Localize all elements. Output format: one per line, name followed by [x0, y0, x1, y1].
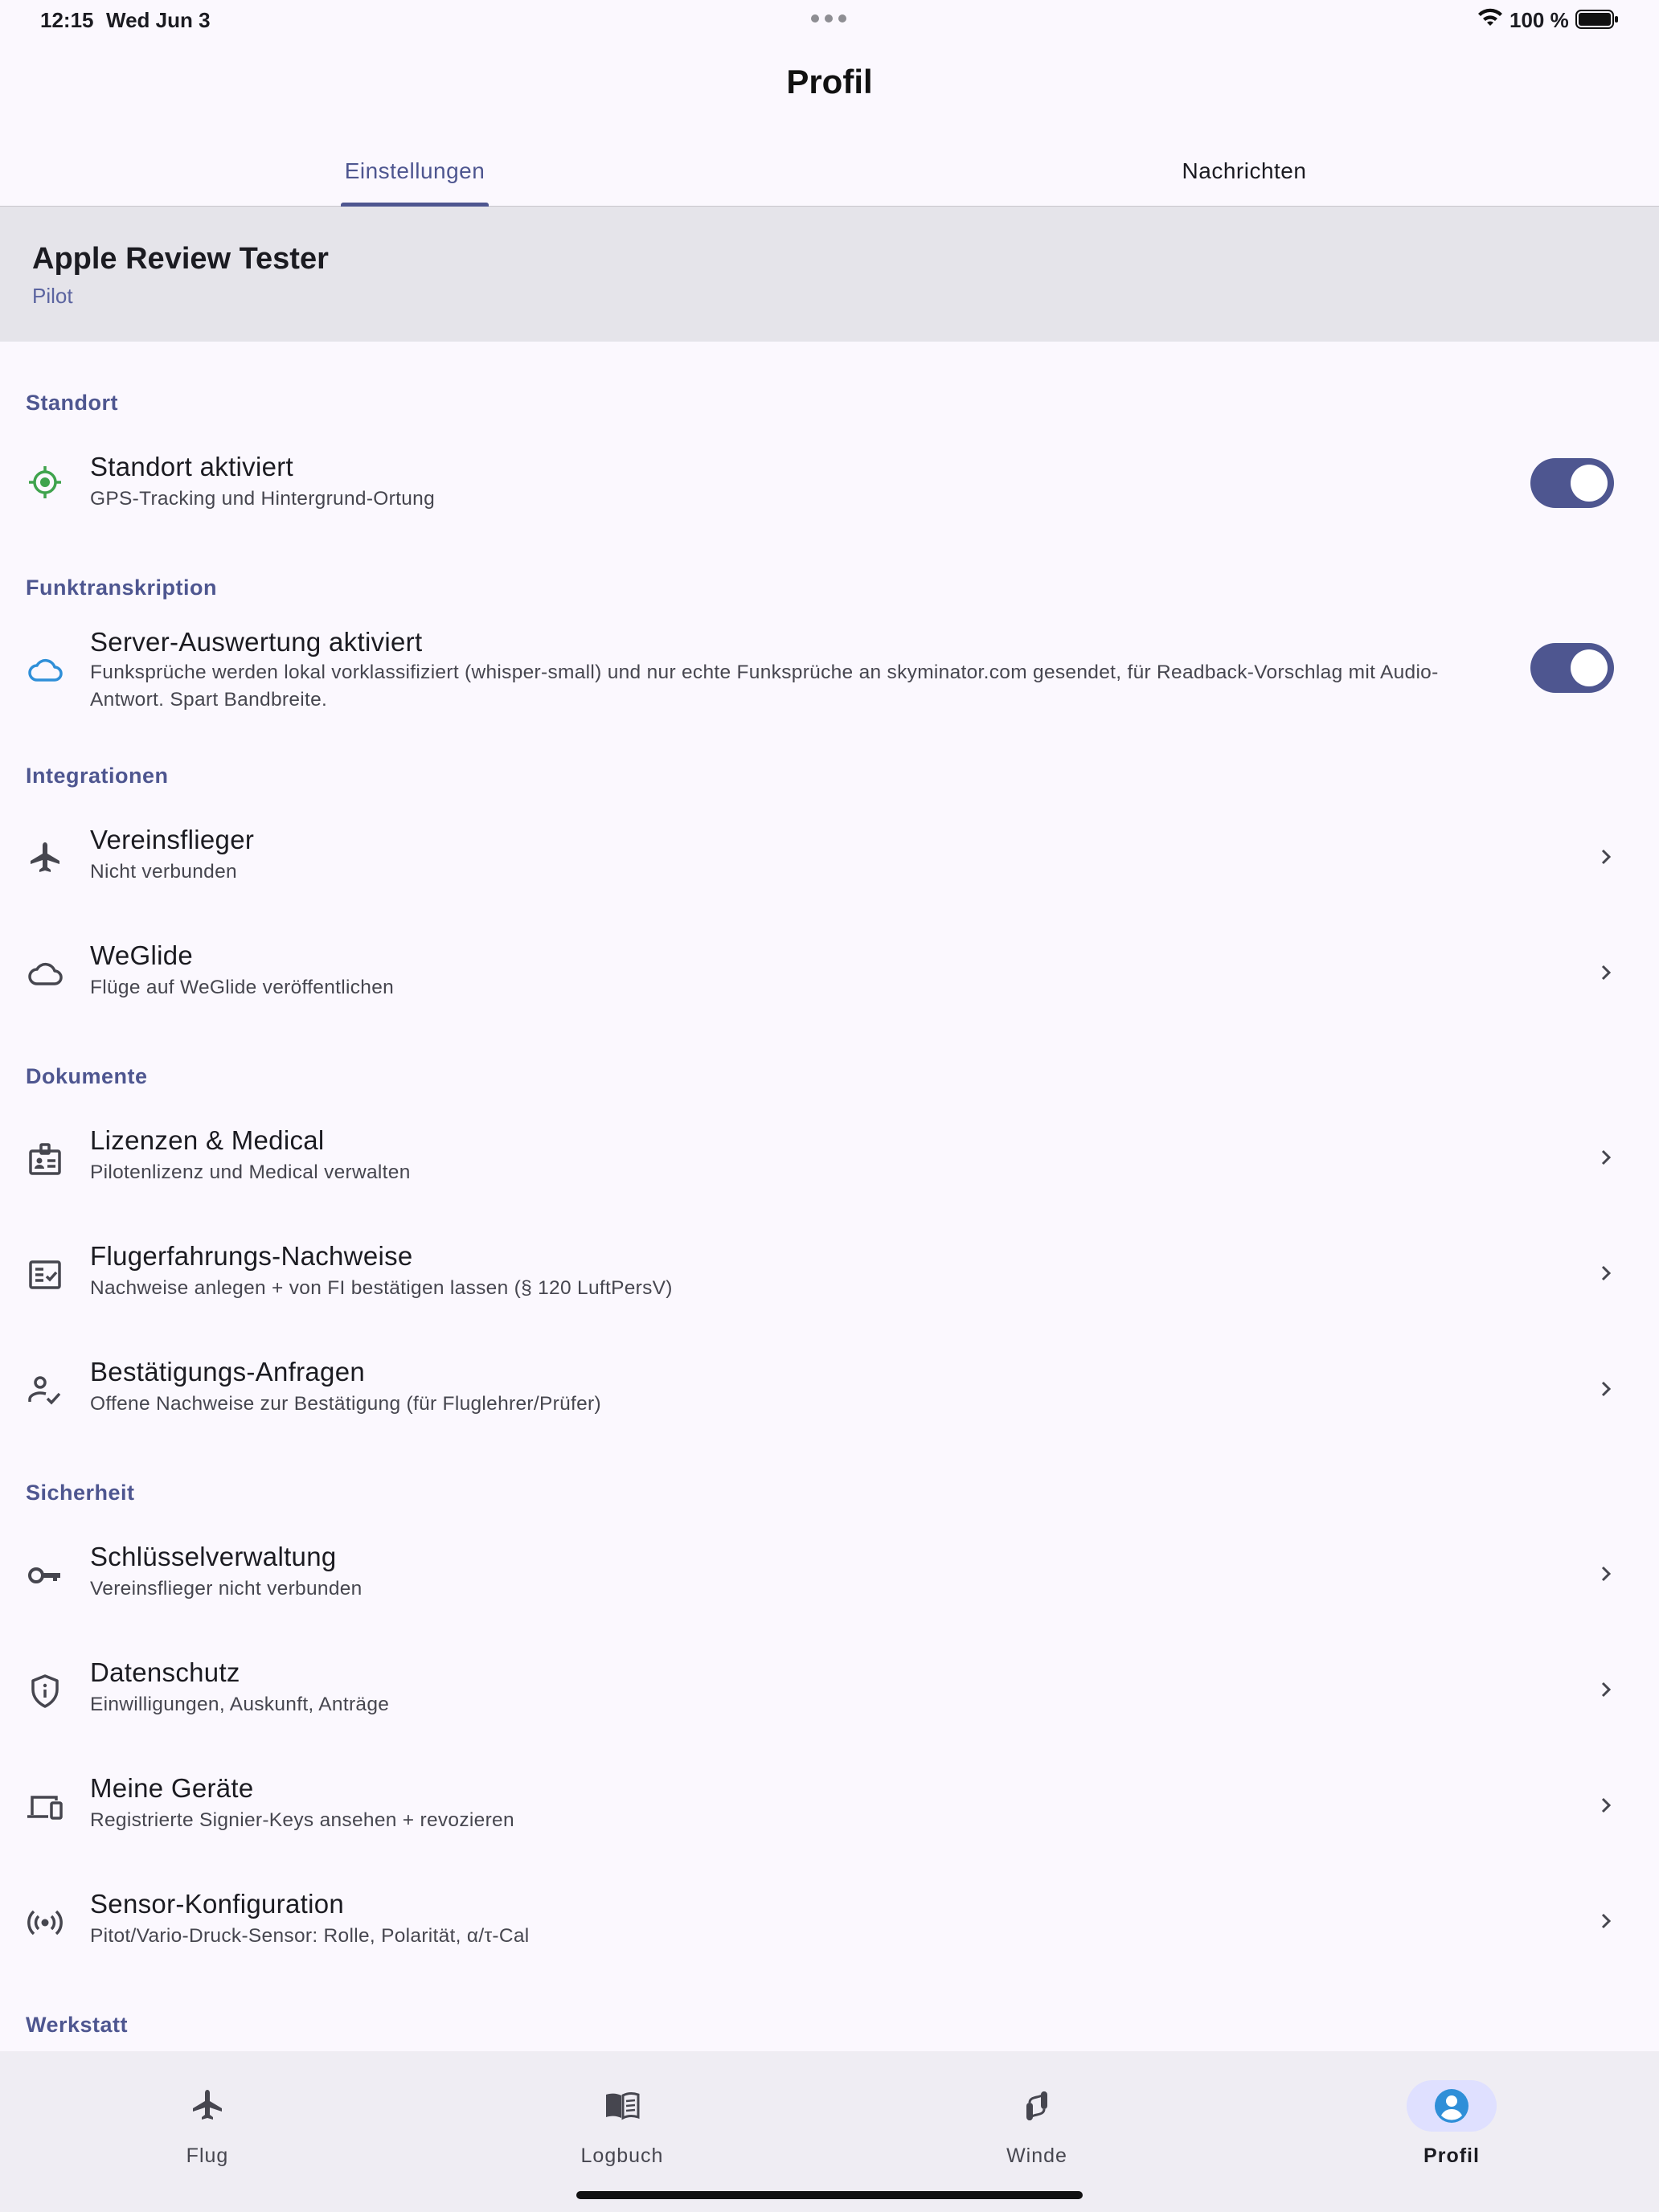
cloud-outline-icon: [26, 955, 64, 993]
person-check-icon: [26, 1371, 64, 1410]
row-title: Schlüsselverwaltung: [90, 1542, 337, 1571]
chevron-right-icon: [1601, 849, 1612, 865]
row-title: Standort aktiviert: [90, 452, 294, 481]
airplane-icon: [162, 2080, 252, 2132]
airplane-icon: [26, 839, 64, 878]
setting-row-datenschutz[interactable]: Datenschutz Einwilligungen, Auskunft, An…: [0, 1648, 1659, 1741]
chevron-right-icon: [1601, 1149, 1612, 1165]
section-header-standort: Standort: [26, 391, 118, 415]
page-title: Profil: [786, 63, 873, 100]
setting-row-weglide[interactable]: WeGlide Flüge auf WeGlide veröffentliche…: [0, 931, 1659, 1024]
multitasking-dots-icon[interactable]: [811, 14, 846, 23]
shield-info-icon: [26, 1672, 64, 1710]
nav-item-flug[interactable]: Flug: [0, 2051, 415, 2180]
profile-name: Apple Review Tester: [32, 242, 329, 276]
section-header-werkstatt: Werkstatt: [26, 2013, 129, 2037]
status-time: 12:15: [40, 8, 94, 32]
section-header-funktranskription: Funktranskription: [26, 576, 218, 600]
row-title: WeGlide: [90, 940, 194, 970]
nav-label: Logbuch: [580, 2144, 664, 2167]
battery-icon: [1575, 10, 1618, 29]
row-title: Server-Auswertung aktiviert: [90, 627, 423, 657]
row-title: Flugerfahrungs-Nachweise: [90, 1241, 413, 1271]
nav-item-profil[interactable]: Profil: [1244, 2051, 1659, 2180]
profile-role: Pilot: [32, 284, 73, 308]
row-title: Vereinsflieger: [90, 825, 255, 854]
tab-nachrichten[interactable]: Nachrichten: [830, 137, 1659, 206]
row-title: Bestätigungs-Anfragen: [90, 1357, 366, 1387]
battery-percentage: 100 %: [1509, 8, 1569, 32]
chevron-right-icon: [1601, 965, 1612, 981]
row-subtitle: Funksprüche werden lokal vorklassifizier…: [90, 662, 1439, 711]
row-subtitle: Pilotenlizenz und Medical verwalten: [90, 1161, 411, 1183]
chevron-right-icon: [1601, 1797, 1612, 1813]
nav-label: Flug: [186, 2144, 229, 2167]
setting-row-sensor-konfiguration[interactable]: Sensor-Konfiguration Pitot/Vario-Druck-S…: [0, 1879, 1659, 1972]
sensors-icon: [26, 1903, 64, 1942]
book-icon: [577, 2080, 667, 2132]
nav-item-winde[interactable]: Winde: [830, 2051, 1244, 2180]
row-subtitle: Offene Nachweise zur Bestätigung (für Fl…: [90, 1393, 601, 1415]
section-header-sicherheit: Sicherheit: [26, 1481, 135, 1505]
row-subtitle: Pitot/Vario-Druck-Sensor: Rolle, Polarit…: [90, 1925, 530, 1947]
standort-toggle[interactable]: [1530, 458, 1614, 508]
setting-row-vereinsflieger[interactable]: Vereinsflieger Nicht verbunden: [0, 815, 1659, 908]
chevron-right-icon: [1601, 1566, 1612, 1582]
row-subtitle: Registrierte Signier-Keys ansehen + revo…: [90, 1809, 514, 1831]
key-icon: [26, 1556, 64, 1595]
bottom-navigation: Flug Logbuch Winde Profil: [0, 2051, 1659, 2212]
badge-icon: [26, 1140, 64, 1178]
tab-einstellungen[interactable]: Einstellungen: [0, 137, 830, 207]
chevron-right-icon: [1601, 1913, 1612, 1929]
nav-item-logbuch[interactable]: Logbuch: [415, 2051, 830, 2180]
devices-icon: [26, 1788, 64, 1826]
tab-label: Einstellungen: [344, 158, 485, 183]
row-subtitle: Einwilligungen, Auskunft, Anträge: [90, 1694, 390, 1715]
profile-card: Apple Review Tester Pilot: [0, 207, 1659, 342]
row-title: Lizenzen & Medical: [90, 1125, 325, 1155]
tab-bar: Einstellungen Nachrichten: [0, 137, 1659, 207]
row-title: Datenschutz: [90, 1657, 240, 1687]
row-subtitle: Vereinsflieger nicht verbunden: [90, 1578, 363, 1600]
nav-label: Profil: [1423, 2144, 1480, 2167]
row-subtitle: GPS-Tracking und Hintergrund-Ortung: [90, 488, 435, 510]
status-bar: 12:15 Wed Jun 3 100 %: [0, 0, 1659, 40]
row-subtitle: Nicht verbunden: [90, 861, 237, 883]
setting-row-lizenzen[interactable]: Lizenzen & Medical Pilotenlizenz und Med…: [0, 1116, 1659, 1209]
tab-label: Nachrichten: [1182, 158, 1307, 183]
checklist-icon: [26, 1256, 64, 1294]
gps-fixed-icon: [26, 463, 64, 502]
winch-icon: [992, 2080, 1082, 2132]
row-title: Meine Geräte: [90, 1773, 254, 1803]
row-subtitle: Nachweise anlegen + von FI bestätigen la…: [90, 1277, 673, 1299]
wifi-icon: [1478, 8, 1502, 26]
chevron-right-icon: [1601, 1381, 1612, 1397]
row-title: Sensor-Konfiguration: [90, 1889, 345, 1919]
setting-row-server-auswertung[interactable]: Server-Auswertung aktiviert Funksprüche …: [0, 619, 1659, 723]
account-circle-icon: [1407, 2080, 1497, 2132]
chevron-right-icon: [1601, 1682, 1612, 1698]
section-header-dokumente: Dokumente: [26, 1064, 148, 1088]
setting-row-flugerfahrungs-nachweise[interactable]: Flugerfahrungs-Nachweise Nachweise anleg…: [0, 1231, 1659, 1325]
setting-row-standort[interactable]: Standort aktiviert GPS-Tracking und Hint…: [0, 440, 1659, 526]
nav-label: Winde: [1006, 2144, 1067, 2167]
home-indicator[interactable]: [576, 2191, 1083, 2199]
server-auswertung-toggle[interactable]: [1530, 643, 1614, 693]
setting-row-bestaetigungs-anfragen[interactable]: Bestätigungs-Anfragen Offene Nachweise z…: [0, 1347, 1659, 1440]
chevron-right-icon: [1601, 1265, 1612, 1281]
status-date: Wed Jun 3: [106, 8, 211, 32]
row-subtitle: Flüge auf WeGlide veröffentlichen: [90, 977, 395, 998]
cloud-icon: [26, 651, 64, 690]
section-header-integrationen: Integrationen: [26, 764, 169, 788]
setting-row-schluesselverwaltung[interactable]: Schlüsselverwaltung Vereinsflieger nicht…: [0, 1532, 1659, 1625]
setting-row-meine-geraete[interactable]: Meine Geräte Registrierte Signier-Keys a…: [0, 1763, 1659, 1857]
